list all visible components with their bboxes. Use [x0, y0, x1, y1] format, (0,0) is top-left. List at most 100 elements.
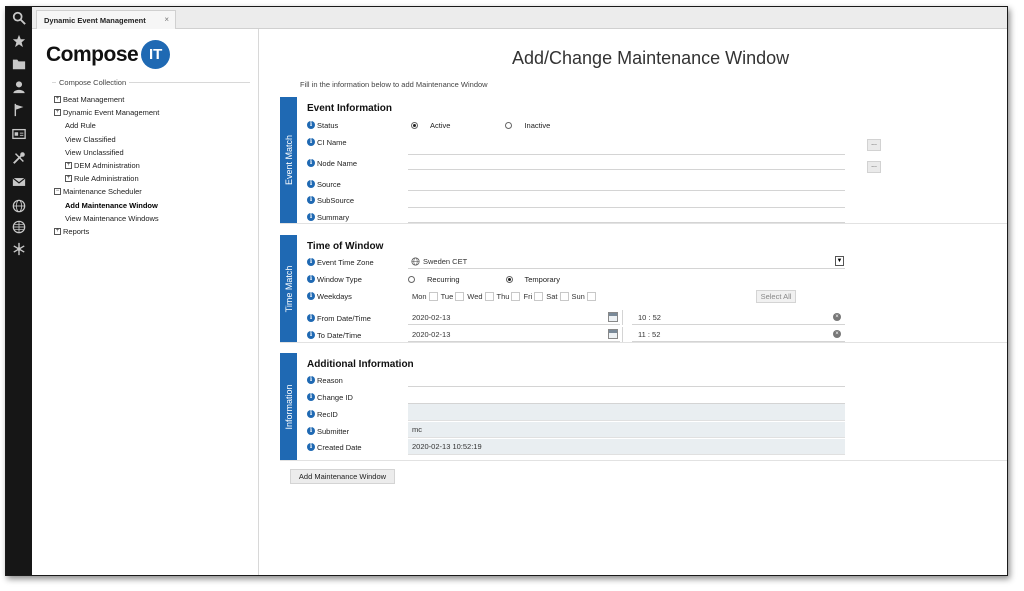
expand-icon[interactable]: + — [54, 227, 61, 235]
node-name-label: i Node Name — [307, 156, 357, 170]
user-icon[interactable] — [6, 76, 32, 98]
window-type-label: i Window Type — [307, 272, 362, 286]
weekday-sun[interactable]: Sun — [572, 292, 596, 301]
checkbox[interactable] — [559, 292, 569, 301]
info-icon: i — [307, 159, 315, 167]
ci-name-input[interactable] — [408, 140, 845, 155]
reason-input[interactable] — [408, 372, 845, 387]
submitter-label: i Submitter — [307, 424, 349, 438]
nav-view-classified[interactable]: View Classified — [54, 133, 159, 146]
status-active-label: Active — [430, 121, 451, 130]
dropdown-arrow-icon[interactable]: ▼ — [835, 256, 844, 266]
expand-icon[interactable]: + — [65, 162, 72, 170]
summary-input[interactable] — [408, 208, 845, 223]
globe-grid-icon[interactable] — [6, 216, 32, 238]
calendar-icon[interactable] — [608, 329, 618, 339]
change-id-input[interactable] — [408, 389, 845, 404]
weekday-wed[interactable]: Wed — [467, 292, 494, 301]
window-type-recurring-radio[interactable] — [408, 276, 415, 283]
time-zone-select[interactable]: Sweden CET ▼ — [408, 255, 845, 269]
nav-label: Dynamic Event Management — [63, 108, 160, 118]
created-date-label: i Created Date — [307, 440, 362, 454]
to-time-input[interactable]: 11 : 52 × — [632, 327, 845, 342]
expand-icon[interactable]: + — [54, 109, 61, 117]
checkbox[interactable] — [511, 292, 521, 301]
nav-rule-administration[interactable]: + Rule Administration — [54, 172, 159, 185]
info-icon: i — [307, 314, 315, 322]
globe-icon[interactable] — [6, 195, 32, 217]
checkbox[interactable] — [586, 292, 596, 301]
status-active-radio[interactable] — [411, 122, 418, 129]
tools-icon[interactable] — [6, 147, 32, 169]
field-divider — [622, 310, 623, 325]
add-maintenance-window-button[interactable]: Add Maintenance Window — [290, 469, 395, 484]
nav-reports[interactable]: + Reports — [54, 225, 159, 238]
calendar-icon[interactable] — [608, 312, 618, 322]
subsource-label: i SubSource — [307, 193, 354, 207]
nav-tree: + Beat Management + Dynamic Event Manageme… — [54, 93, 159, 238]
from-date-input[interactable]: 2020-02-13 — [408, 310, 620, 325]
ci-name-browse-button[interactable]: ... — [867, 139, 881, 151]
weekday-mon[interactable]: Mon — [412, 292, 438, 301]
tab-dynamic-event-management[interactable]: Dynamic Event Management × — [36, 10, 176, 29]
checkbox[interactable] — [428, 292, 438, 301]
logo-word: Compose — [46, 42, 139, 66]
nav-add-rule[interactable]: Add Rule — [54, 119, 159, 132]
information-label: Information — [280, 353, 297, 460]
from-time-value: 10 : 52 — [638, 312, 661, 322]
source-label: i Source — [307, 177, 341, 191]
section-heading: Additional Information — [307, 359, 414, 370]
event-information-section: Event Match Event Information i Status Ac… — [280, 97, 1007, 224]
collection-title: Compose Collection — [56, 78, 130, 87]
info-icon: i — [307, 121, 315, 129]
folder-icon[interactable] — [6, 53, 32, 75]
from-time-input[interactable]: 10 : 52 × — [632, 310, 845, 325]
to-time-value: 11 : 52 — [638, 329, 661, 339]
submitter-field: mc — [408, 422, 845, 438]
id-card-icon[interactable] — [6, 123, 32, 145]
nav-view-maintenance-windows[interactable]: View Maintenance Windows — [54, 212, 159, 225]
clear-icon[interactable]: × — [833, 330, 841, 338]
status-inactive-radio[interactable] — [505, 122, 513, 129]
close-icon[interactable]: × — [164, 15, 169, 24]
source-input[interactable] — [408, 176, 845, 191]
node-name-browse-button[interactable]: ... — [867, 161, 881, 173]
search-icon[interactable] — [6, 7, 32, 29]
status-label: i Status — [307, 118, 338, 132]
sidebar: Compose IT Compose Collection + Beat Mana… — [32, 29, 259, 575]
node-name-input[interactable] — [408, 155, 845, 170]
from-date-value: 2020-02-13 — [412, 312, 451, 322]
star-icon[interactable] — [6, 30, 32, 52]
to-date-input[interactable]: 2020-02-13 — [408, 327, 620, 342]
compose-it-logo: Compose IT — [46, 40, 171, 69]
subsource-input[interactable] — [408, 193, 845, 208]
nav-beat-management[interactable]: + Beat Management — [54, 93, 159, 106]
clear-icon[interactable]: × — [833, 313, 841, 321]
nav-dem-administration[interactable]: + DEM Administration — [54, 159, 159, 172]
mail-icon[interactable] — [6, 171, 32, 193]
expand-icon[interactable]: + — [65, 175, 72, 183]
nav-add-maintenance-window[interactable]: Add Maintenance Window — [54, 199, 159, 212]
weekday-sat[interactable]: Sat — [546, 292, 569, 301]
collapse-icon[interactable]: − — [54, 188, 61, 196]
checkbox[interactable] — [484, 292, 494, 301]
summary-label: i Summary — [307, 210, 349, 224]
select-all-button[interactable]: Select All — [756, 290, 796, 303]
checkbox[interactable] — [534, 292, 544, 301]
expand-icon[interactable]: + — [54, 96, 61, 104]
checkbox[interactable] — [455, 292, 465, 301]
snowflake-icon[interactable] — [6, 238, 32, 260]
info-icon: i — [307, 331, 315, 339]
flag-icon[interactable] — [6, 99, 32, 121]
weekday-thu[interactable]: Thu — [497, 292, 521, 301]
additional-information-section: Information Additional Information i Reas… — [280, 353, 1007, 461]
info-icon: i — [307, 196, 315, 204]
nav-view-unclassified[interactable]: View Unclassified — [54, 146, 159, 159]
weekday-fri[interactable]: Fri — [523, 292, 544, 301]
recurring-label: Recurring — [427, 275, 460, 284]
window-type-temporary-radio[interactable] — [505, 276, 513, 283]
nav-dynamic-event-management[interactable]: + Dynamic Event Management — [54, 106, 159, 119]
nav-label: View Unclassified — [65, 147, 124, 157]
nav-maintenance-scheduler[interactable]: − Maintenance Scheduler — [54, 185, 159, 198]
weekday-tue[interactable]: Tue — [441, 292, 465, 301]
